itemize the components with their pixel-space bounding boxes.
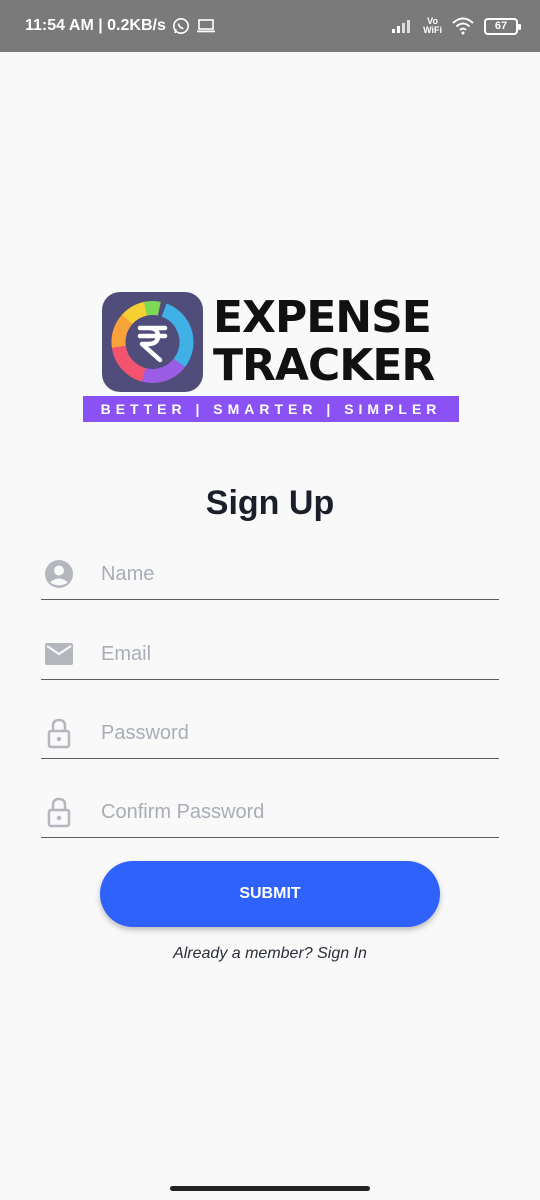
vowifi-indicator: Vo WiFi	[423, 17, 442, 35]
email-input[interactable]	[101, 638, 491, 670]
lock-icon	[43, 717, 75, 749]
battery-icon: 67	[484, 17, 521, 35]
rupee-donut-icon	[102, 292, 203, 392]
confirm-password-field[interactable]	[41, 788, 499, 838]
name-input[interactable]	[101, 558, 491, 590]
logo-tagline: BETTER | SMARTER | SIMPLER	[83, 396, 459, 422]
app-logo: EXPENSE TRACKER BETTER | SMARTER | SIMPL…	[83, 290, 459, 424]
wifi-icon	[452, 17, 474, 35]
signal-icon	[391, 18, 413, 34]
status-left: 11:54 AM | 0.2KB/s	[25, 17, 216, 35]
email-field[interactable]	[41, 630, 499, 680]
logo-wordmark: EXPENSE TRACKER	[213, 294, 453, 390]
mail-icon	[43, 638, 75, 670]
account-circle-icon	[43, 558, 75, 590]
password-input[interactable]	[101, 717, 491, 749]
page-title: Sign Up	[205, 484, 335, 522]
status-bar: 11:54 AM | 0.2KB/s Vo WiFi 67	[0, 0, 540, 52]
whatsapp-icon	[172, 17, 190, 35]
logo-line-1: EXPENSE	[213, 292, 432, 343]
password-field[interactable]	[41, 709, 499, 759]
logo-line-2: TRACKER	[213, 340, 435, 391]
submit-button[interactable]: SUBMIT	[100, 861, 440, 927]
vowifi-bottom-label: WiFi	[423, 25, 442, 35]
status-time-speed: 11:54 AM | 0.2KB/s	[25, 17, 166, 34]
battery-level: 67	[494, 20, 508, 32]
gesture-nav-bar[interactable]	[170, 1186, 370, 1191]
name-field[interactable]	[41, 550, 499, 600]
confirm-password-input[interactable]	[101, 796, 491, 828]
sign-in-link[interactable]: Already a member? Sign In	[0, 945, 540, 963]
laptop-icon	[196, 18, 216, 34]
lock-icon	[43, 796, 75, 828]
status-right: Vo WiFi 67	[391, 17, 521, 35]
